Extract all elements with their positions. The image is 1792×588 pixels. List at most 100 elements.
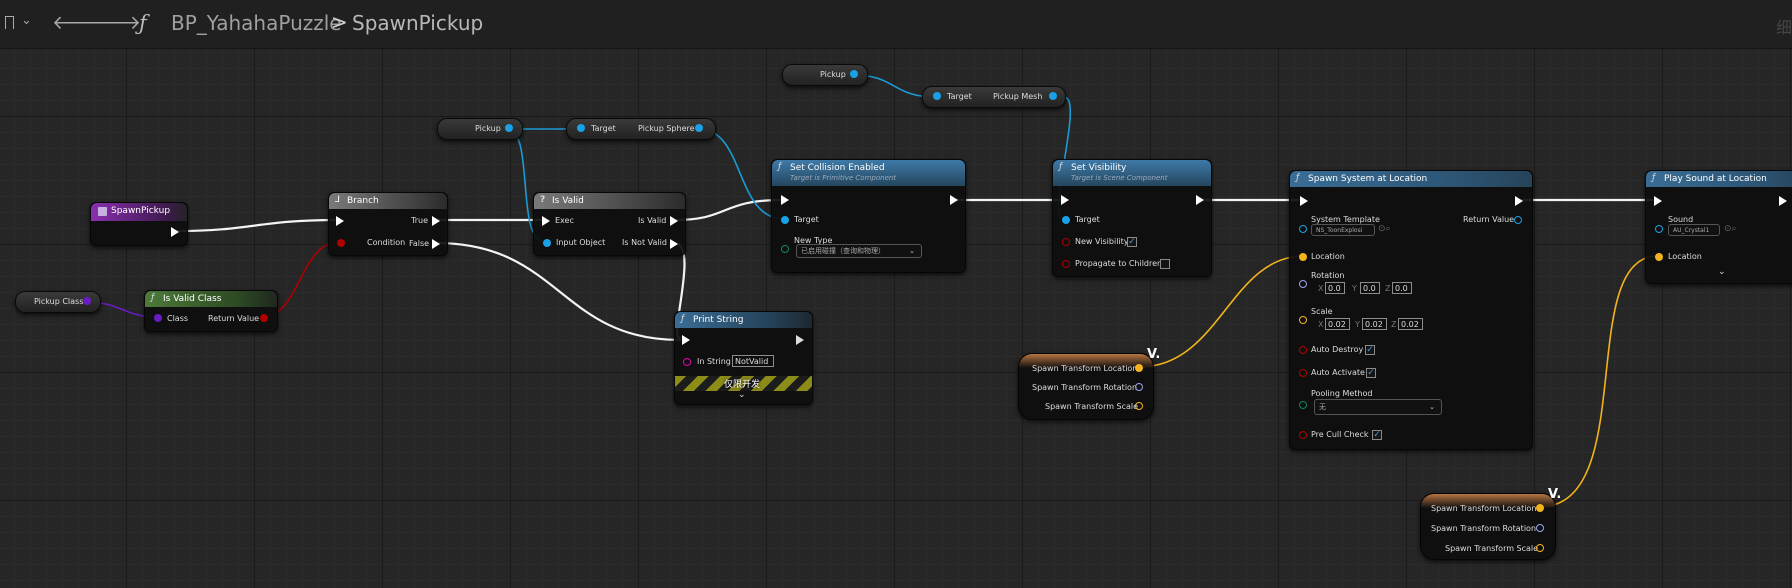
target-in-pin[interactable] [781, 216, 789, 224]
new-visibility-pin[interactable] [1062, 238, 1070, 246]
auto-destroy-pin[interactable] [1299, 346, 1307, 354]
node-set-collision-enabled[interactable]: ƒ Set Collision Enabled Target is Primit… [771, 159, 966, 273]
sound-picker[interactable]: AU_Crystal1 [1668, 224, 1720, 236]
breadcrumb-blueprint[interactable]: BP_YahahaPuzzle [171, 11, 342, 35]
auto-activate-checkbox[interactable]: ✓ [1366, 368, 1376, 378]
new-type-pin[interactable] [781, 245, 789, 253]
string-in-pin[interactable] [683, 358, 691, 366]
node-pickup-class[interactable]: Pickup Class [15, 291, 101, 313]
node-spawn-transform-2[interactable]: Spawn Transform Location Spawn Transform… [1420, 493, 1556, 560]
scale-out-pin[interactable] [1135, 402, 1143, 410]
node-is-valid[interactable]: ? Is Valid Exec Input Object Is Valid Is… [533, 192, 686, 256]
node-print-string[interactable]: ƒ Print String In String NotValid 仅限开发 ⌄ [674, 311, 813, 405]
pooling-method-pin[interactable] [1299, 401, 1307, 409]
target-in-pin[interactable] [933, 92, 941, 100]
chevron-down-icon[interactable]: ⌄ [21, 13, 32, 28]
system-template-picker[interactable]: NS_ToonExplosi [1311, 224, 1375, 236]
bool-out-pin[interactable] [260, 314, 268, 322]
exec-in-pin[interactable] [1300, 196, 1308, 206]
exec-in-pin[interactable] [1654, 196, 1662, 206]
target-in-pin[interactable] [1062, 216, 1070, 224]
exec-in-pin[interactable] [542, 216, 550, 226]
exec-out-pin[interactable] [1196, 195, 1204, 205]
input-object-pin[interactable] [543, 239, 551, 247]
object-out-pin[interactable] [850, 70, 858, 78]
location-out-pin[interactable] [1536, 504, 1544, 512]
expand-chevron-icon[interactable]: ⌄ [738, 390, 746, 400]
propagate-checkbox[interactable] [1160, 259, 1170, 269]
node-play-sound[interactable]: ƒ Play Sound at Location Sound AU_Crysta… [1645, 170, 1792, 284]
node-get-pickup-mesh[interactable]: Target Pickup Mesh [922, 86, 1066, 108]
scale-y-field[interactable]: 0.02 [1362, 318, 1387, 330]
auto-activate-pin[interactable] [1299, 369, 1307, 377]
expand-chevron-icon[interactable]: ⌄ [1718, 267, 1726, 277]
true-exec-pin[interactable] [432, 216, 440, 226]
exec-in-pin[interactable] [781, 195, 789, 205]
exec-out-pin[interactable] [171, 227, 179, 237]
node-header: ƒ Set Collision Enabled Target is Primit… [772, 160, 965, 186]
node-get-pickup-sphere[interactable]: Target Pickup Sphere [566, 118, 716, 140]
is-valid-exec-pin[interactable] [670, 216, 678, 226]
new-type-dropdown[interactable]: 已启用碰撞（查询和物理） ⌄ [796, 244, 922, 258]
auto-destroy-checkbox[interactable]: ✓ [1365, 345, 1375, 355]
node-spawn-system[interactable]: ƒ Spawn System at Location System Templa… [1289, 170, 1533, 450]
rotation-y-field[interactable]: 0.0 [1360, 282, 1380, 294]
scale-out-pin[interactable] [1536, 544, 1544, 552]
scale-z-field[interactable]: 0.02 [1398, 318, 1423, 330]
sound-pin[interactable] [1655, 225, 1663, 233]
pre-cull-check-checkbox[interactable]: ✓ [1372, 430, 1382, 440]
exec-in-pin[interactable] [1061, 195, 1069, 205]
node-set-visibility[interactable]: ƒ Set Visibility Target is Scene Compone… [1052, 159, 1212, 277]
mesh-out-pin[interactable] [1049, 92, 1057, 100]
node-header: ƒ Print String [675, 312, 812, 328]
exec-out-pin[interactable] [796, 335, 804, 345]
browse-icon[interactable]: ⊙⌕ [1724, 224, 1737, 234]
scale-x-field[interactable]: 0.02 [1325, 318, 1350, 330]
exec-out-pin[interactable] [1515, 196, 1523, 206]
node-is-valid-class[interactable]: ƒ Is Valid Class Class Return Value [144, 290, 278, 332]
condition-pin[interactable] [337, 239, 345, 247]
return-value-pin[interactable] [1514, 216, 1522, 224]
node-spawn-pickup[interactable]: SpawnPickup [90, 202, 188, 246]
node-pickup-var-2[interactable]: Pickup [782, 64, 868, 86]
breadcrumb-separator: > [331, 10, 348, 34]
pooling-method-dropdown[interactable]: 无 ⌄ [1314, 399, 1442, 415]
bookmark-icon[interactable] [5, 16, 14, 29]
arrow-right-icon[interactable]: 🡒 [90, 11, 141, 34]
chevron-down-icon: ⌄ [909, 247, 915, 255]
rotation-pin[interactable] [1299, 280, 1307, 288]
breadcrumb-function[interactable]: SpawnPickup [352, 11, 483, 35]
system-template-pin[interactable] [1299, 225, 1307, 233]
node-spawn-transform-1[interactable]: Spawn Transform Location Spawn Transform… [1018, 353, 1154, 420]
rotation-z-field[interactable]: 0.0 [1392, 282, 1412, 294]
exec-in-pin[interactable] [336, 216, 344, 226]
class-in-pin[interactable] [154, 314, 162, 322]
event-icon [98, 207, 107, 216]
new-visibility-checkbox[interactable]: ✓ [1127, 237, 1137, 247]
class-out-pin[interactable] [83, 297, 91, 305]
rotation-x-field[interactable]: 0.0 [1325, 282, 1345, 294]
in-string-field[interactable]: NotValid [732, 355, 774, 367]
exec-in-pin[interactable] [682, 335, 690, 345]
chevron-down-icon: ⌄ [1429, 403, 1435, 411]
target-in-pin[interactable] [577, 124, 585, 132]
pre-cull-check-pin[interactable] [1299, 431, 1307, 439]
location-pin[interactable] [1655, 253, 1663, 261]
location-pin[interactable] [1299, 253, 1307, 261]
branch-icon: ⅃ [335, 195, 341, 205]
location-out-pin[interactable] [1135, 364, 1143, 372]
propagate-pin[interactable] [1062, 260, 1070, 268]
node-branch[interactable]: ⅃ Branch Condition True False [328, 192, 448, 256]
false-exec-pin[interactable] [432, 239, 440, 249]
sphere-out-pin[interactable] [695, 124, 703, 132]
rotation-out-pin[interactable] [1135, 383, 1143, 391]
browse-icon[interactable]: ⊙⌕ [1378, 224, 1391, 234]
exec-out-pin[interactable] [1779, 196, 1787, 206]
rotation-out-pin[interactable] [1536, 524, 1544, 532]
node-pickup-var-1[interactable]: Pickup [437, 118, 523, 140]
scale-pin[interactable] [1299, 316, 1307, 324]
is-not-valid-exec-pin[interactable] [670, 239, 678, 249]
exec-out-pin[interactable] [950, 195, 958, 205]
dev-only-banner: 仅限开发 [675, 376, 812, 391]
object-out-pin[interactable] [505, 124, 513, 132]
